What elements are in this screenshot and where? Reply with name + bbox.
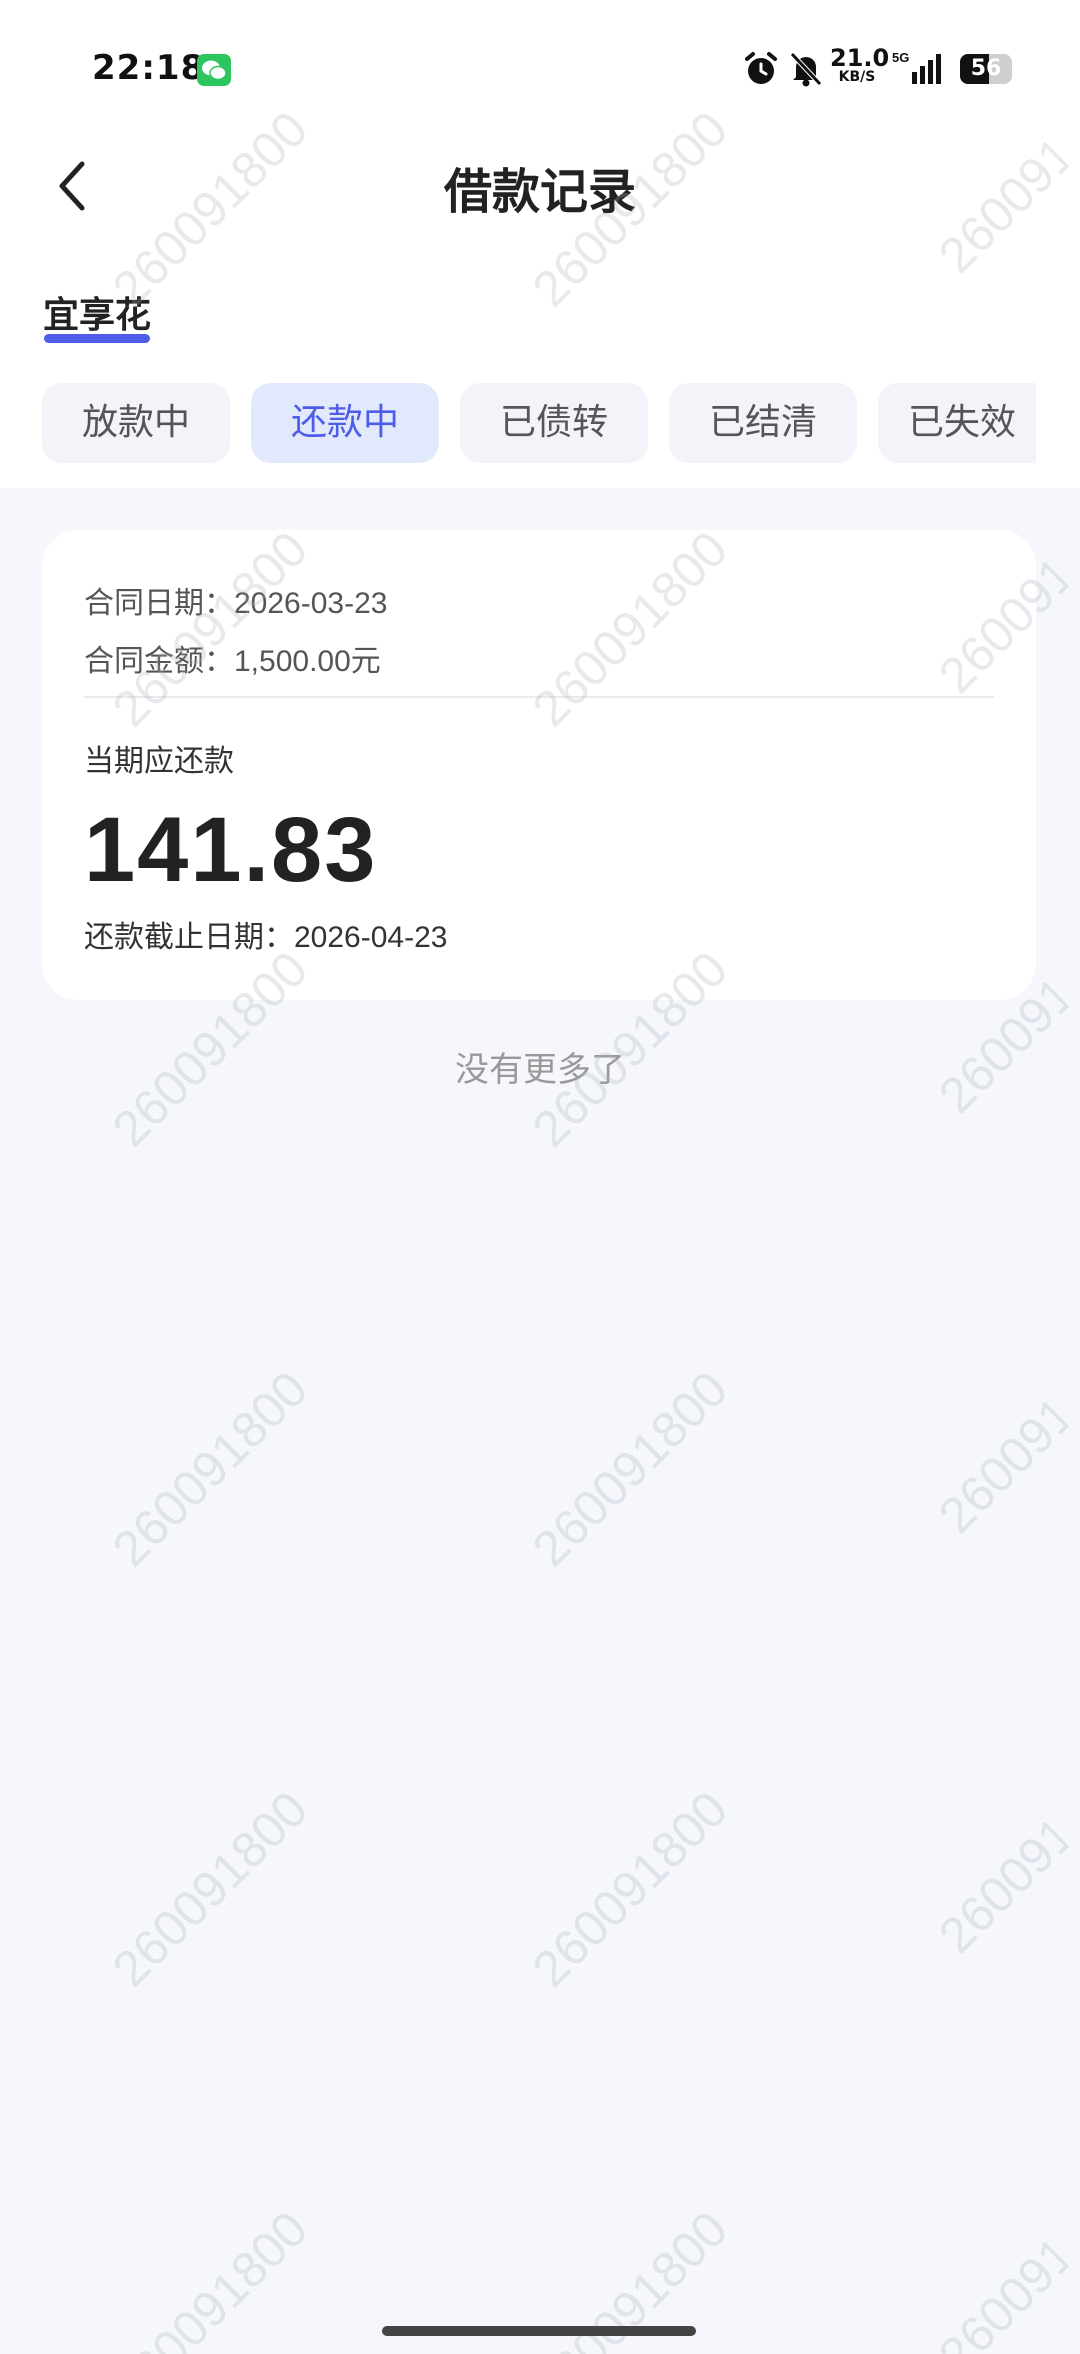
watermark-text: 260091800 <box>101 1780 319 1998</box>
deadline-label: 还款截止日期： <box>84 920 294 955</box>
watermark-text: 260091800 <box>927 1813 1078 1964</box>
filter-lending[interactable]: 放款中 <box>42 383 230 463</box>
signal-5g-icon: 5G <box>890 48 950 88</box>
filter-repaying[interactable]: 还款中 <box>251 383 439 463</box>
battery-level: 56 <box>970 56 1002 81</box>
card-divider <box>84 696 994 698</box>
contract-amount-label: 合同金额： <box>84 644 234 679</box>
watermark-text: 260091800 <box>521 1360 739 1578</box>
watermark-text: 260091800 <box>927 1393 1078 1544</box>
watermark-text: 260091800 <box>101 1360 319 1578</box>
contract-date-row: 合同日期：2026-03-23 <box>84 578 387 622</box>
filter-settled[interactable]: 已结清 <box>669 383 857 463</box>
deadline-row: 还款截止日期：2026-04-23 <box>84 912 447 956</box>
home-indicator[interactable] <box>382 2326 696 2336</box>
deadline-value: 2026-04-23 <box>294 921 448 954</box>
loan-card[interactable]: 合同日期：2026-03-23 合同金额：1,500.00元 当期应还款 141… <box>42 530 1036 1000</box>
status-bar: 22:18 21.0 KB/S 5G 56 <box>0 0 1080 140</box>
bell-off-icon <box>788 50 824 88</box>
contract-amount-row: 合同金额：1,500.00元 <box>84 636 381 680</box>
status-time: 22:18 <box>92 48 206 88</box>
network-speed-unit: KB/S <box>838 69 876 85</box>
battery-indicator: 56 <box>960 54 1018 84</box>
watermark-text: 260091800 <box>101 2200 319 2354</box>
network-speed-value: 21.0 <box>830 44 890 72</box>
wechat-icon <box>197 54 231 86</box>
contract-date-label: 合同日期： <box>84 586 234 621</box>
alarm-icon <box>742 50 780 88</box>
page-title: 借款记录 <box>443 164 636 220</box>
contract-date-value: 2026-03-23 <box>234 587 388 620</box>
list-end-text: 没有更多了 <box>455 1050 625 1090</box>
product-tab-underline <box>44 334 150 343</box>
due-amount: 141.83 <box>84 799 378 901</box>
contract-amount-value: 1,500.00元 <box>234 645 381 678</box>
network-speed: 21.0 KB/S <box>830 44 890 90</box>
product-tab[interactable]: 宜享花 <box>43 286 151 338</box>
watermark-text: 260091800 <box>927 2233 1078 2354</box>
filter-expired[interactable]: 已失效 <box>878 383 1036 463</box>
network-type-text: 5G <box>892 50 909 65</box>
watermark-text: 260091800 <box>521 1780 739 1998</box>
filter-transferred[interactable]: 已债转 <box>460 383 648 463</box>
due-label: 当期应还款 <box>84 744 234 779</box>
